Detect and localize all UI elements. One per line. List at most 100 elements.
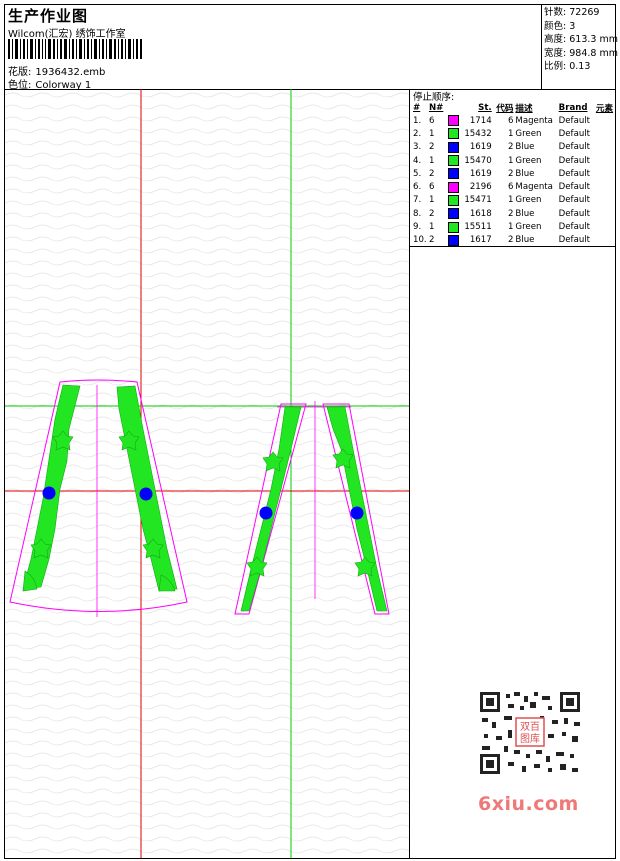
color-swatch	[448, 115, 460, 127]
row-brand: Default	[558, 168, 591, 179]
row-color-swatch	[447, 114, 462, 127]
row-stitches: 1714	[469, 115, 492, 126]
color-swatch	[448, 234, 460, 246]
design-canvas[interactable]	[5, 89, 410, 858]
production-sheet: 生产作业图 Wilcom(汇宏) 绣饰工作室 花版: 1936432.emb 色…	[4, 4, 618, 859]
row-description: Green	[515, 128, 542, 139]
table-header-row: # N# St. 代码 描述 Brand 元素	[412, 101, 615, 114]
header: 生产作业图 Wilcom(汇宏) 绣饰工作室 花版: 1936432.emb 色…	[5, 5, 618, 91]
table-row: 10. 2 1617 2 Blue Default	[412, 234, 615, 247]
row-description: Green	[515, 222, 542, 233]
table-row: 5. 2 1619 2 Blue Default	[412, 167, 615, 180]
row-color-swatch	[447, 234, 462, 247]
color-swatch	[448, 208, 460, 220]
row-element	[595, 167, 615, 180]
row-number: 1.	[413, 115, 422, 126]
row-description: Magenta	[515, 115, 553, 126]
seal-line-2: 图库	[520, 732, 540, 745]
row-brand: Default	[558, 155, 591, 166]
row-element	[595, 220, 615, 233]
row-number: 2.	[413, 128, 422, 139]
row-element	[595, 114, 615, 127]
row-element	[595, 127, 615, 140]
row-description: Green	[515, 155, 542, 166]
table-row: 9. 1 15511 1 Green Default	[412, 220, 615, 233]
row-color-swatch	[447, 167, 462, 180]
row-code: 2	[507, 168, 514, 179]
col-code: 代码	[496, 103, 514, 114]
stat-stitches: 针数: 72269	[544, 7, 600, 18]
row-stitches: 15471	[464, 195, 492, 206]
stat-colors: 颜色: 3	[544, 20, 576, 32]
row-description: Green	[515, 195, 542, 206]
col-brand: Brand	[558, 102, 588, 113]
row-code: 6	[507, 182, 514, 193]
row-needle: 1	[428, 128, 435, 139]
color-swatch	[448, 181, 460, 193]
row-needle: 1	[428, 155, 435, 166]
stop-sequence-table: # N# St. 代码 描述 Brand 元素 1. 6 1714 6 Magenta D…	[412, 101, 615, 247]
row-needle: 6	[428, 182, 435, 193]
table-row: 3. 2 1619 2 Blue Default	[412, 141, 615, 154]
row-stitches: 1617	[469, 235, 492, 246]
table-row: 7. 1 15471 1 Green Default	[412, 194, 615, 207]
table-row: 4. 1 15470 1 Green Default	[412, 154, 615, 167]
row-stitches: 1619	[469, 168, 492, 179]
row-brand: Default	[558, 208, 591, 219]
col-element: 元素	[595, 103, 614, 114]
row-brand: Default	[558, 115, 591, 126]
row-number: 10.	[413, 235, 427, 246]
row-needle: 2	[428, 235, 435, 246]
row-color-swatch	[447, 141, 462, 154]
side-panel: 停止顺序: # N# St. 代码 描述 Brand 元素 1. 6 1714 6 Ma…	[410, 89, 615, 858]
col-number: #	[413, 102, 421, 113]
seal-line-1: 双百	[520, 721, 540, 733]
row-brand: Default	[558, 142, 591, 153]
row-code: 1	[507, 155, 514, 166]
row-color-swatch	[447, 207, 462, 220]
row-stitches: 15511	[464, 222, 492, 233]
company-name: Wilcom(汇宏) 绣饰工作室	[8, 29, 126, 40]
row-needle: 1	[428, 195, 435, 206]
row-code: 1	[507, 195, 514, 206]
color-swatch	[448, 141, 460, 153]
col-needle: N#	[428, 102, 444, 113]
row-needle: 2	[428, 168, 435, 179]
watermark-text: 6xiu.com	[478, 793, 579, 815]
page-title: 生产作业图	[8, 7, 89, 25]
row-code: 2	[507, 142, 514, 153]
row-element	[595, 194, 615, 207]
row-stitches: 2196	[469, 182, 492, 193]
row-brand: Default	[558, 235, 591, 246]
row-number: 7.	[413, 195, 422, 206]
barcode	[8, 39, 142, 59]
design-stats: 针数: 72269 颜色: 3 高度: 613.3 mm 宽度: 984.8 m…	[541, 5, 618, 89]
row-code: 2	[507, 208, 514, 219]
row-number: 6.	[413, 182, 422, 193]
row-number: 4.	[413, 155, 422, 166]
color-swatch	[448, 194, 460, 206]
row-description: Blue	[515, 142, 535, 153]
row-needle: 2	[428, 142, 435, 153]
row-element	[595, 154, 615, 167]
row-color-swatch	[447, 194, 462, 207]
row-stitches: 15432	[464, 128, 492, 139]
row-stitches: 1619	[469, 142, 492, 153]
stat-height: 高度: 613.3 mm	[544, 34, 618, 45]
row-needle: 1	[428, 222, 435, 233]
row-brand: Default	[558, 222, 591, 233]
table-row: 6. 6 2196 6 Magenta Default	[412, 180, 615, 193]
row-color-swatch	[447, 154, 462, 167]
col-stitches: St.	[478, 102, 492, 113]
row-description: Magenta	[515, 182, 553, 193]
table-row: 1. 6 1714 6 Magenta Default	[412, 114, 615, 127]
color-swatch	[448, 168, 460, 180]
color-swatch	[448, 155, 460, 167]
row-number: 3.	[413, 142, 422, 153]
stat-width: 宽度: 984.8 mm	[544, 47, 618, 59]
row-element	[595, 234, 615, 247]
row-stitches: 1618	[469, 208, 492, 219]
row-needle: 2	[428, 208, 435, 219]
design-preview	[5, 89, 409, 858]
row-color-swatch	[447, 220, 462, 233]
